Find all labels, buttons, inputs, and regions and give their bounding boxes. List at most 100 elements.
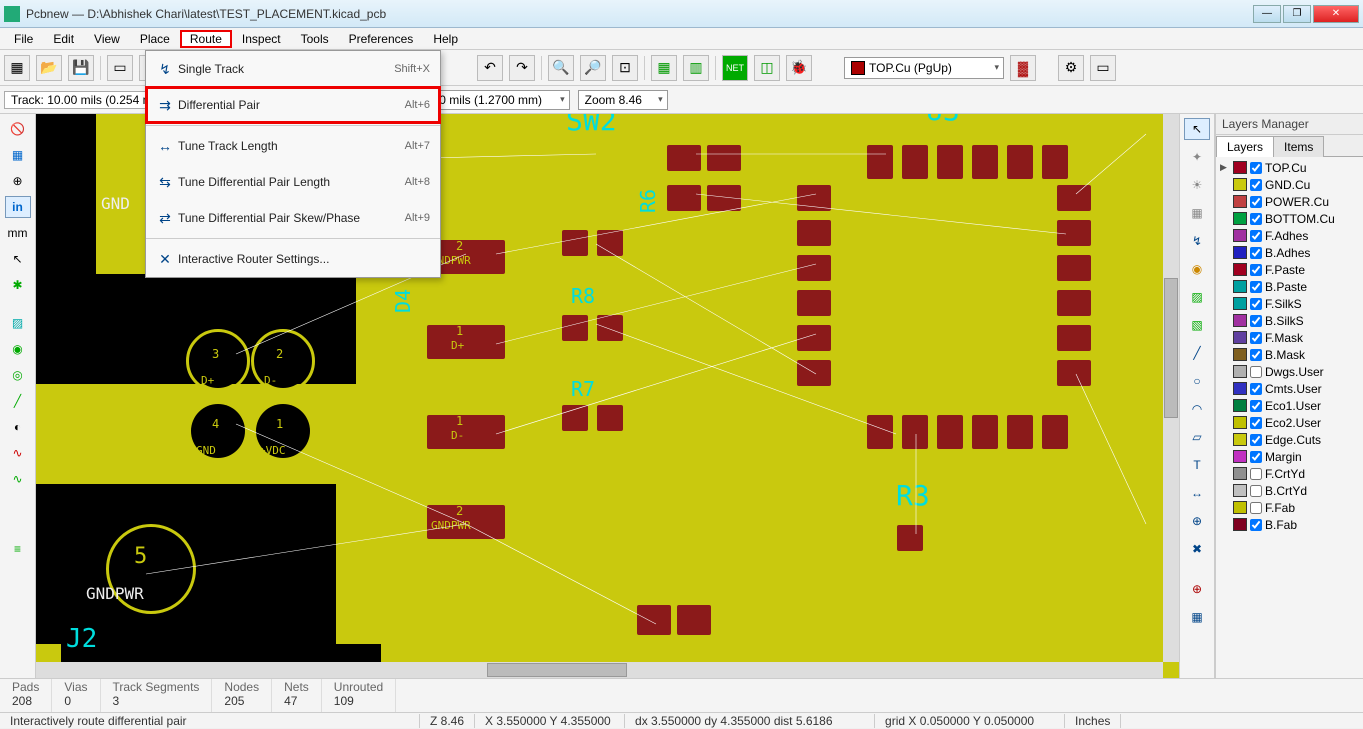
track-width-display[interactable]: Track: 10.00 mils (0.254 m xyxy=(4,91,160,109)
3d-icon[interactable]: ▭ xyxy=(1090,55,1116,81)
zoom-in-icon[interactable]: 🔍 xyxy=(548,55,574,81)
layer-row-b-adhes[interactable]: B.Adhes xyxy=(1218,244,1361,261)
script-icon[interactable]: ⚙ xyxy=(1058,55,1084,81)
layer-visible-checkbox[interactable] xyxy=(1250,213,1262,225)
module-icon[interactable]: ▥ xyxy=(683,55,709,81)
units-in-icon[interactable]: in xyxy=(5,196,31,218)
polygon-tool-icon[interactable]: ▱ xyxy=(1184,426,1210,448)
zoom-fit-icon[interactable]: ⊡ xyxy=(612,55,638,81)
layer-row-f-crtyd[interactable]: F.CrtYd xyxy=(1218,465,1361,482)
menu-edit[interactable]: Edit xyxy=(43,30,84,48)
layer-row-f-mask[interactable]: F.Mask xyxy=(1218,329,1361,346)
layer-visible-checkbox[interactable] xyxy=(1250,247,1262,259)
footprint-icon[interactable]: ▦ xyxy=(651,55,677,81)
highlight-icon[interactable]: ✦ xyxy=(1184,146,1210,168)
scrollbar-vertical[interactable] xyxy=(1163,114,1179,662)
layer-row-edge-cuts[interactable]: Edge.Cuts xyxy=(1218,431,1361,448)
menu-help[interactable]: Help xyxy=(423,30,468,48)
menuitem-tune-differential-pair-length[interactable]: ⇆Tune Differential Pair LengthAlt+8 xyxy=(146,164,440,200)
menuitem-single-track[interactable]: ↯Single TrackShift+X xyxy=(146,51,440,87)
zoom-out-icon[interactable]: 🔎 xyxy=(580,55,606,81)
layer-row-cmts-user[interactable]: Cmts.User xyxy=(1218,380,1361,397)
layer-visible-checkbox[interactable] xyxy=(1250,179,1262,191)
menu-route[interactable]: Route xyxy=(180,30,232,48)
via-tool-icon[interactable]: ◉ xyxy=(1184,258,1210,280)
layer-row-bottom-cu[interactable]: BOTTOM.Cu xyxy=(1218,210,1361,227)
minimize-button[interactable]: — xyxy=(1253,5,1281,23)
layer-row-f-paste[interactable]: F.Paste xyxy=(1218,261,1361,278)
fill-zones-icon[interactable]: ▨ xyxy=(5,312,31,334)
open-icon[interactable]: 📂 xyxy=(36,55,62,81)
layer-visible-checkbox[interactable] xyxy=(1250,366,1262,378)
pad-mode-icon[interactable]: ◉ xyxy=(5,338,31,360)
layer-row-b-silks[interactable]: B.SilkS xyxy=(1218,312,1361,329)
layer-row-eco2-user[interactable]: Eco2.User xyxy=(1218,414,1361,431)
line-tool-icon[interactable]: ╱ xyxy=(1184,342,1210,364)
zoom-combo[interactable]: Zoom 8.46 xyxy=(578,90,668,110)
muwave2-icon[interactable]: ∿ xyxy=(5,468,31,490)
layer-row-b-crtyd[interactable]: B.CrtYd xyxy=(1218,482,1361,499)
origin-icon[interactable]: ⊕ xyxy=(1184,578,1210,600)
menu-file[interactable]: File xyxy=(4,30,43,48)
keepout-icon[interactable]: ▧ xyxy=(1184,314,1210,336)
muwave1-icon[interactable]: ∿ xyxy=(5,442,31,464)
menuitem-tune-differential-pair-skew-phase[interactable]: ⇄Tune Differential Pair Skew/PhaseAlt+9 xyxy=(146,200,440,236)
polar-icon[interactable]: ⊕ xyxy=(5,170,31,192)
select-tool-icon[interactable]: ↖ xyxy=(1184,118,1210,140)
layer-row-gnd-cu[interactable]: GND.Cu xyxy=(1218,176,1361,193)
track-mode-icon[interactable]: ╱ xyxy=(5,390,31,412)
layer-visible-checkbox[interactable] xyxy=(1250,315,1262,327)
tab-items[interactable]: Items xyxy=(1273,136,1324,157)
layer-visible-checkbox[interactable] xyxy=(1250,434,1262,446)
layer-visible-checkbox[interactable] xyxy=(1250,196,1262,208)
layer-visible-checkbox[interactable] xyxy=(1250,281,1262,293)
delete-tool-icon[interactable]: ✖ xyxy=(1184,538,1210,560)
layer-selector[interactable]: TOP.Cu (PgUp) xyxy=(844,57,1004,79)
grid-icon[interactable]: ▦ xyxy=(5,144,31,166)
layer-visible-checkbox[interactable] xyxy=(1250,400,1262,412)
units-mm-icon[interactable]: mm xyxy=(5,222,31,244)
contrast-icon[interactable]: ◐ xyxy=(5,416,31,438)
cursor-icon[interactable]: ↖ xyxy=(5,248,31,270)
zone-tool-icon[interactable]: ▨ xyxy=(1184,286,1210,308)
layer-row-b-mask[interactable]: B.Mask xyxy=(1218,346,1361,363)
layer-row-top-cu[interactable]: ▶TOP.Cu xyxy=(1218,159,1361,176)
redo-icon[interactable]: ↷ xyxy=(509,55,535,81)
layer-row-power-cu[interactable]: POWER.Cu xyxy=(1218,193,1361,210)
layer-row-f-adhes[interactable]: F.Adhes xyxy=(1218,227,1361,244)
scrollbar-horizontal[interactable] xyxy=(36,662,1163,678)
no-tool-icon[interactable]: 🚫 xyxy=(5,118,31,140)
layer-row-dwgs-user[interactable]: Dwgs.User xyxy=(1218,363,1361,380)
layer-visible-checkbox[interactable] xyxy=(1250,349,1262,361)
layer-visible-checkbox[interactable] xyxy=(1250,519,1262,531)
layer-row-b-paste[interactable]: B.Paste xyxy=(1218,278,1361,295)
arc-tool-icon[interactable]: ◠ xyxy=(1184,398,1210,420)
grid-origin-icon[interactable]: ▦ xyxy=(1184,606,1210,628)
menu-tools[interactable]: Tools xyxy=(291,30,339,48)
layer-visible-checkbox[interactable] xyxy=(1250,417,1262,429)
layer-visible-checkbox[interactable] xyxy=(1250,383,1262,395)
layer-visible-checkbox[interactable] xyxy=(1250,332,1262,344)
new-icon[interactable]: ▦ xyxy=(4,55,30,81)
save-icon[interactable]: 💾 xyxy=(68,55,94,81)
layers-icon[interactable]: ≡ xyxy=(5,538,31,560)
dimension-icon[interactable]: ↔ xyxy=(1184,482,1210,504)
layer-pair-icon[interactable]: ▓ xyxy=(1010,55,1036,81)
route-track-icon[interactable]: ↯ xyxy=(1184,230,1210,252)
menuitem-interactive-router-settings-[interactable]: ✕Interactive Router Settings... xyxy=(146,241,440,277)
bug-icon[interactable]: 🐞 xyxy=(786,55,812,81)
layer-visible-checkbox[interactable] xyxy=(1250,502,1262,514)
menuitem-differential-pair[interactable]: ⇉Differential PairAlt+6 xyxy=(146,87,440,123)
target-icon[interactable]: ⊕ xyxy=(1184,510,1210,532)
menu-view[interactable]: View xyxy=(84,30,130,48)
drc-icon[interactable]: ◫ xyxy=(754,55,780,81)
via-mode-icon[interactable]: ◎ xyxy=(5,364,31,386)
layer-visible-checkbox[interactable] xyxy=(1250,230,1262,242)
layer-visible-checkbox[interactable] xyxy=(1250,485,1262,497)
ratsnest-icon[interactable]: ✱ xyxy=(5,274,31,296)
menuitem-tune-track-length[interactable]: ↔Tune Track LengthAlt+7 xyxy=(146,128,440,164)
close-button[interactable]: ✕ xyxy=(1313,5,1359,23)
maximize-button[interactable]: ❐ xyxy=(1283,5,1311,23)
net-icon[interactable]: NET xyxy=(722,55,748,81)
tab-layers[interactable]: Layers xyxy=(1216,136,1274,157)
